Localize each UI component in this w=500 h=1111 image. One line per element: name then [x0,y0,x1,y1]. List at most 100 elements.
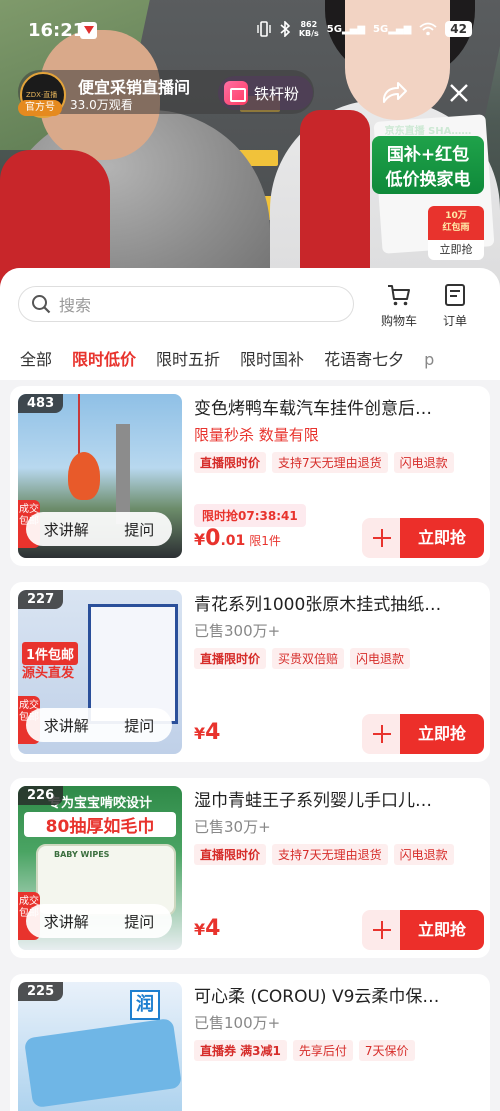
product-title[interactable]: 青花系列1000张原木挂式抽纸… [194,590,474,615]
product-sold-count: 已售100万+ [194,1014,281,1032]
live-video[interactable]: 16:21 862KB/s 5G▂▄▆ 5G▂▄▆ 42 官方号 便宜采销直播间… [0,0,500,300]
orders-label: 订单 [442,314,467,328]
status-icons: 862 KB/s 5G▂▄▆ 5G▂▄▆ 42 [257,20,472,38]
product-price: ¥0.01 限1件 [194,526,281,551]
host-name[interactable]: 便宜采销直播间 [78,74,190,98]
tag-live-price: 直播限时价 [194,844,267,865]
tab-limited-subsidy[interactable]: 限时国补 [220,348,304,378]
tissue-pack-graphic [88,604,178,724]
cart-icon [388,285,410,306]
tag-refund: 闪电退款 [393,844,454,865]
product-title[interactable]: 可心柔 (COROU) V9云柔巾保… [194,982,474,1007]
product-image[interactable]: 483 成交 包邮 求讲解 提问 [18,394,182,558]
tab-limited-low-price[interactable]: 限时低价 [52,348,136,378]
promo-banner[interactable]: 京东直播 SHA…… 国补+红包 低价换家电 [372,126,484,194]
thumb-headline: 80抽厚如毛巾 [24,812,176,837]
product-image[interactable]: 润 225 [18,982,182,1111]
product-tags: 直播券 满3减1 先享后付 7天保价 [194,1040,415,1061]
product-image[interactable]: 专为宝宝啃咬设计 80抽厚如毛巾 BABY WIPES 226 成交 包邮 求讲… [18,786,182,950]
brand-logo: 润 [130,990,160,1020]
rank-number: 227 [18,590,64,609]
bluetooth-icon [280,21,290,37]
product-tags: 直播限时价 支持7天无理由退货 闪电退款 [194,844,454,865]
product-title[interactable]: 变色烤鸭车载汽车挂件创意后… [194,394,474,419]
wifi-icon [419,22,437,36]
product-title[interactable]: 湿巾青蛙王子系列婴儿手口儿… [194,786,474,811]
request-explain-button[interactable]: 求讲解 [44,519,89,540]
promo-banner-line2: 低价换家电 [385,170,471,190]
close-icon[interactable] [446,80,472,106]
red-packet-header: 10万 红包雨 [428,206,484,240]
tag-pay-later: 先享后付 [292,1040,353,1061]
request-explain-button[interactable]: 求讲解 [44,911,89,932]
panel-header: 搜索 购物车 订单 全部 限时低价 限时五折 限时国补 花语寄七夕 p [0,268,500,380]
orders-icon [445,284,465,306]
category-tabs: 全部 限时低价 限时五折 限时国补 花语寄七夕 p [0,348,500,378]
product-image[interactable]: 1件包邮 源头直发 227 成交 包邮 求讲解 提问 [18,590,182,754]
tab-limited-half-price[interactable]: 限时五折 [136,348,220,378]
rank-number: 226 [18,786,64,805]
search-icon [32,295,51,314]
buy-now-button[interactable]: 立即抢 [400,518,484,558]
tag-return: 支持7天无理由退货 [272,452,388,473]
search-input[interactable]: 搜索 [18,286,354,322]
product-card[interactable]: 483 成交 包邮 求讲解 提问 变色烤鸭车载汽车挂件创意后… 限量秒杀 数量有… [10,386,490,566]
fan-badge-icon [224,81,248,105]
tissue-pack-graphic [23,1017,182,1109]
tab-more[interactable]: p [404,348,434,378]
wipes-pack-label: BABY WIPES [54,850,110,859]
thumb-actions: 求讲解 提问 [26,904,172,938]
product-sold-count: 已售300万+ [194,622,281,640]
buy-now-button[interactable]: 立即抢 [400,714,484,754]
product-price: ¥4 [194,720,221,745]
request-explain-button[interactable]: 求讲解 [44,715,89,736]
duck-ornament [68,452,100,500]
vibrate-icon [257,21,271,37]
fan-button-label: 铁杆粉 [254,84,300,103]
hanging-string [78,394,80,454]
red-packet-rain-widget[interactable]: 10万 红包雨 立即抢 [428,206,484,260]
ask-question-button[interactable]: 提问 [124,911,154,932]
rank-number: 225 [18,982,64,1001]
ask-question-button[interactable]: 提问 [124,519,154,540]
flash-sale-timer: 限时抢07:38:41 [194,504,306,527]
red-packet-grab-button[interactable]: 立即抢 [428,240,484,260]
ask-question-button[interactable]: 提问 [124,715,154,736]
tag-refund: 闪电退款 [350,648,411,669]
product-panel: 搜索 购物车 订单 全部 限时低价 限时五折 限时国补 花语寄七夕 p 483 … [0,268,500,1111]
cart-button[interactable]: 购物车 [374,282,424,329]
cart-label: 购物车 [380,314,417,328]
tab-all[interactable]: 全部 [0,348,52,378]
share-icon[interactable] [380,80,408,108]
thumb-actions: 求讲解 提问 [26,512,172,546]
promo-banner-line1: 国补+红包 [386,145,470,165]
viewer-count: 33.0万观看 [70,98,133,112]
add-to-cart-button[interactable] [362,910,402,950]
product-card[interactable]: 专为宝宝啃咬设计 80抽厚如毛巾 BABY WIPES 226 成交 包邮 求讲… [10,778,490,958]
pole-graphic [116,424,130,524]
product-card[interactable]: 1件包邮 源头直发 227 成交 包邮 求讲解 提问 青花系列1000张原木挂式… [10,582,490,762]
buy-now-button[interactable]: 立即抢 [400,910,484,950]
battery-level: 42 [445,21,472,37]
tag-live-price: 直播限时价 [194,648,267,669]
product-tags: 直播限时价 买贵双倍赔 闪电退款 [194,648,411,669]
tab-qixi-flowers[interactable]: 花语寄七夕 [304,348,404,378]
thumb-actions: 求讲解 提问 [26,708,172,742]
product-subtitle: 限量秒杀 数量有限 [194,426,319,444]
tag-price-protect: 7天保价 [358,1040,415,1061]
orders-button[interactable]: 订单 [430,282,480,329]
tag-live-price: 直播限时价 [194,452,267,473]
signal-1: 5G▂▄▆ [326,23,366,35]
status-bar: 16:21 862 KB/s 5G▂▄▆ 5G▂▄▆ 42 [0,0,500,60]
fan-club-button[interactable]: 铁杆粉 [218,76,314,110]
add-to-cart-button[interactable] [362,518,402,558]
tag-refund: 闪电退款 [393,452,454,473]
status-time: 16:21 [28,20,86,41]
app-notification-icon [80,22,97,39]
add-to-cart-button[interactable] [362,714,402,754]
product-card[interactable]: 润 225 可心柔 (COROU) V9云柔巾保… 已售100万+ 直播券 满3… [10,974,490,1111]
search-placeholder: 搜索 [59,296,92,315]
product-sold-count: 已售30万+ [194,818,271,836]
official-tag: 官方号 [18,100,62,116]
signal-2: 5G▂▄▆ [373,23,412,35]
